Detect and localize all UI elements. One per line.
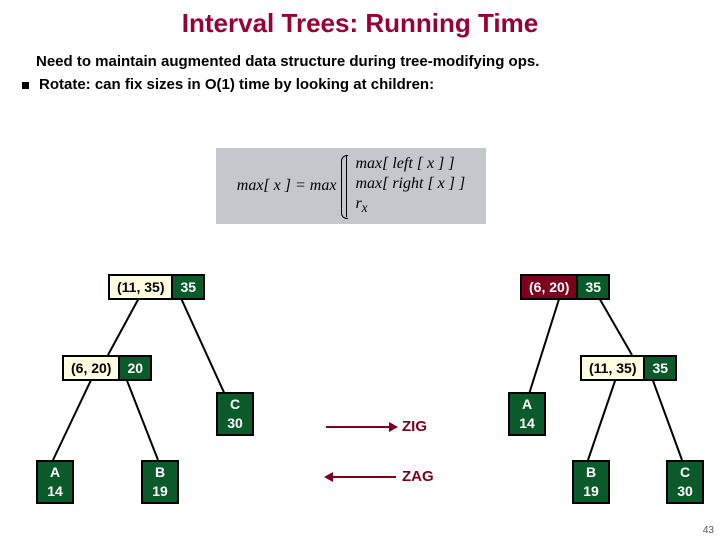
right-root-interval: (6, 20) — [522, 276, 578, 298]
right-leaf-c-label: C — [668, 462, 702, 482]
right-leaf-c-val: 30 — [668, 482, 702, 502]
left-child-node: (6, 20) 20 — [62, 355, 152, 381]
page-number: 43 — [703, 525, 714, 536]
zig-arrow-row: ZIG — [320, 418, 427, 435]
left-root-interval: (11, 35) — [110, 276, 173, 298]
left-root-node: (11, 35) 35 — [108, 274, 205, 300]
right-leaf-b: B 19 — [572, 460, 610, 504]
formula-lhs: max[ x ] = max — [237, 177, 337, 195]
zag-arrow-row: ZAG — [320, 468, 434, 485]
bullet-text: Rotate: can fix sizes in O(1) time by lo… — [39, 76, 434, 93]
left-leaf-c-val: 30 — [218, 414, 252, 434]
right-leaf-c: C 30 — [666, 460, 704, 504]
right-leaf-a-label: A — [510, 394, 544, 414]
right-leaf-b-label: B — [574, 462, 608, 482]
zag-label: ZAG — [402, 468, 434, 485]
arrow-right-icon — [326, 426, 396, 428]
right-child-node: (11, 35) 35 — [580, 355, 677, 381]
bullet-row: Rotate: can fix sizes in O(1) time by lo… — [0, 70, 720, 93]
left-root-max: 35 — [173, 276, 203, 298]
right-child-interval: (11, 35) — [582, 357, 645, 379]
formula-cases: max[ left [ x ] ] max[ right [ x ] ] rx — [346, 155, 465, 216]
left-leaf-b: B 19 — [141, 460, 179, 504]
left-leaf-b-val: 19 — [143, 482, 177, 502]
formula-case3: rx — [355, 195, 465, 216]
zig-label: ZIG — [402, 418, 427, 435]
right-leaf-a-val: 14 — [510, 414, 544, 434]
page-title: Interval Trees: Running Time — [0, 0, 720, 53]
left-leaf-c: C 30 — [216, 392, 254, 436]
left-leaf-a: A 14 — [36, 460, 74, 504]
formula-box: max[ x ] = max max[ left [ x ] ] max[ ri… — [216, 148, 486, 224]
formula-case2: max[ right [ x ] ] — [355, 175, 465, 193]
formula-case1: max[ left [ x ] ] — [355, 155, 465, 173]
bullet-square-icon — [22, 82, 29, 89]
right-child-max: 35 — [645, 357, 675, 379]
right-root-max: 35 — [578, 276, 608, 298]
left-leaf-b-label: B — [143, 462, 177, 482]
right-root-node: (6, 20) 35 — [520, 274, 610, 300]
trees-stage: (11, 35) 35 (6, 20) 20 A 14 B 19 C 30 (6… — [0, 250, 720, 530]
intro-text: Need to maintain augmented data structur… — [0, 53, 720, 70]
right-leaf-b-val: 19 — [574, 482, 608, 502]
left-leaf-a-label: A — [38, 462, 72, 482]
left-child-interval: (6, 20) — [64, 357, 120, 379]
arrow-left-icon — [326, 476, 396, 478]
left-child-max: 20 — [120, 357, 150, 379]
left-leaf-a-val: 14 — [38, 482, 72, 502]
left-leaf-c-label: C — [218, 394, 252, 414]
right-leaf-a: A 14 — [508, 392, 546, 436]
